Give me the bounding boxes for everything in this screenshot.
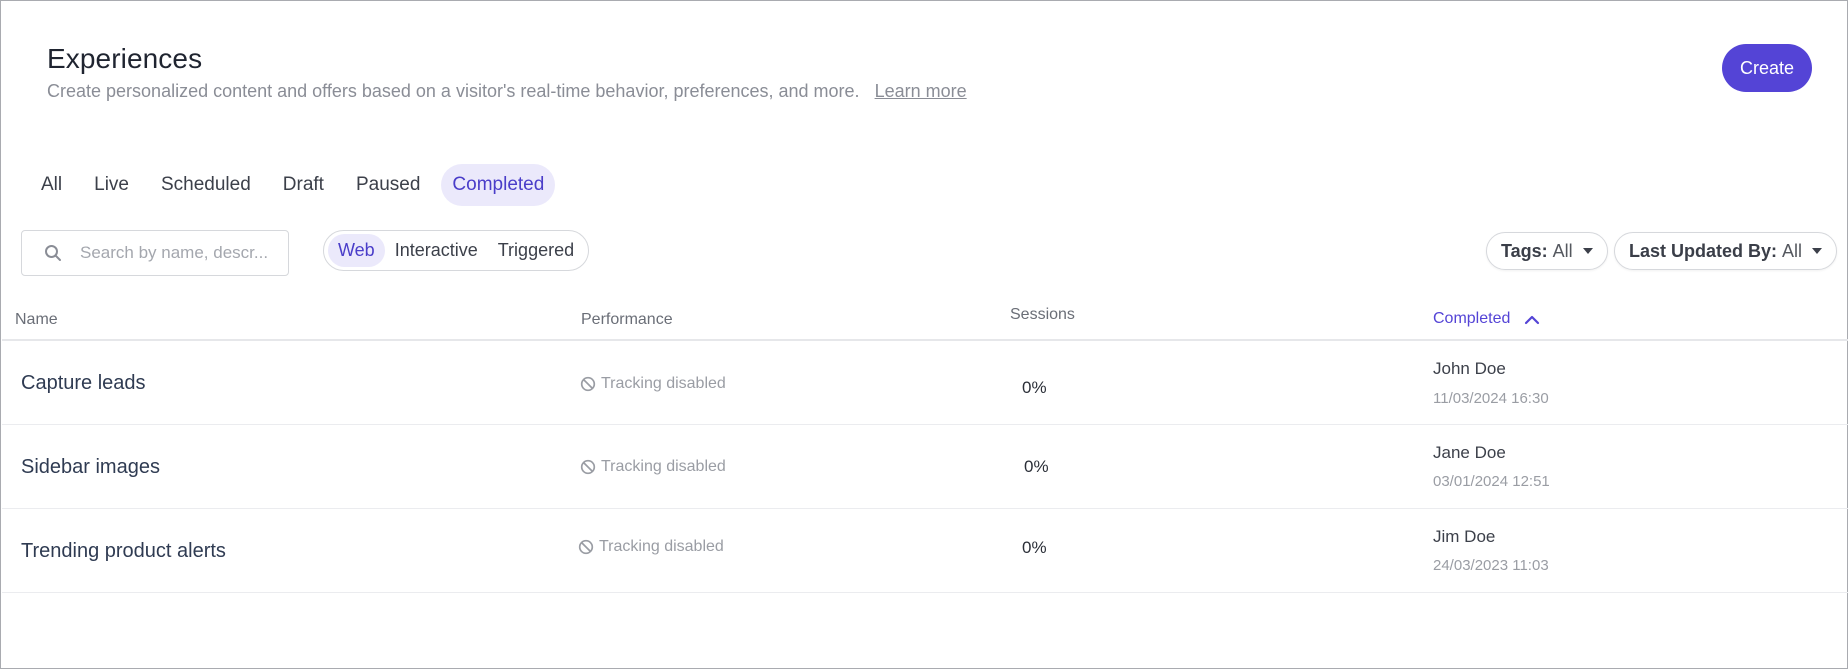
last-updated-by-filter-dropdown[interactable]: Last Updated By: All	[1614, 232, 1838, 270]
completed-by-user: Jim Doe	[1433, 527, 1496, 546]
type-interactive[interactable]: Interactive	[385, 234, 488, 267]
tab-draft[interactable]: Draft	[272, 164, 335, 206]
page-subtitle: Create personalized content and offers b…	[47, 81, 967, 102]
completed-by-user: John Doe	[1433, 359, 1506, 378]
subtitle-text: Create personalized content and offers b…	[47, 81, 860, 101]
last-updated-by-label: Last Updated By:	[1629, 240, 1778, 261]
tab-live[interactable]: Live	[83, 164, 140, 206]
table-header-divider	[2, 339, 1848, 341]
caret-down-icon	[1812, 248, 1823, 254]
tags-filter-label: Tags:	[1501, 240, 1548, 261]
type-filter-group: Web Interactive Triggered	[323, 230, 590, 271]
ban-icon	[580, 459, 596, 475]
column-header-sessions[interactable]: Sessions	[1010, 306, 1075, 324]
page-title: Experiences	[47, 43, 203, 74]
column-header-name[interactable]: Name	[15, 311, 58, 329]
performance-text: Tracking disabled	[601, 375, 726, 392]
tab-completed[interactable]: Completed	[441, 164, 556, 206]
column-header-completed-label: Completed	[1433, 310, 1511, 327]
create-button[interactable]: Create	[1722, 44, 1812, 92]
search-box[interactable]	[21, 230, 289, 276]
last-updated-by-value: All	[1782, 240, 1803, 261]
ban-icon	[580, 376, 596, 392]
learn-more-link[interactable]: Learn more	[875, 81, 967, 101]
tags-filter-value: All	[1552, 240, 1573, 261]
chevron-up-icon[interactable]	[1524, 314, 1540, 325]
performance-text: Tracking disabled	[601, 458, 726, 475]
experience-name[interactable]: Capture leads	[21, 372, 146, 395]
row-divider	[2, 508, 1848, 509]
caret-down-icon	[1582, 248, 1593, 254]
completed-date: 11/03/2024 16:30	[1433, 390, 1549, 407]
sessions-value: 0%	[1024, 457, 1049, 476]
sessions-value: 0%	[1022, 378, 1047, 397]
row-divider	[2, 424, 1848, 425]
type-web[interactable]: Web	[328, 234, 385, 267]
column-header-performance[interactable]: Performance	[581, 311, 673, 329]
completed-by-user: Jane Doe	[1433, 443, 1506, 462]
sessions-value: 0%	[1022, 538, 1047, 557]
column-header-completed[interactable]: Completed	[1433, 310, 1540, 328]
search-input[interactable]	[80, 243, 280, 263]
page-frame: Experiences Create personalized content …	[0, 0, 1848, 669]
completed-date: 03/01/2024 12:51	[1433, 473, 1550, 490]
performance-text: Tracking disabled	[599, 538, 724, 555]
status-tabs: All Live Scheduled Draft Paused Complete…	[30, 164, 565, 206]
tab-paused[interactable]: Paused	[345, 164, 431, 206]
experience-name[interactable]: Trending product alerts	[21, 540, 226, 563]
completed-date: 24/03/2023 11:03	[1433, 557, 1549, 574]
search-icon	[44, 244, 62, 262]
row-divider	[2, 592, 1848, 593]
tab-scheduled[interactable]: Scheduled	[150, 164, 262, 206]
ban-icon	[578, 539, 594, 555]
type-triggered[interactable]: Triggered	[488, 234, 584, 267]
performance-status: Tracking disabled	[580, 458, 726, 476]
performance-status: Tracking disabled	[578, 538, 724, 556]
tags-filter-dropdown[interactable]: Tags: All	[1486, 232, 1608, 270]
performance-status: Tracking disabled	[580, 375, 726, 393]
experience-name[interactable]: Sidebar images	[21, 456, 160, 479]
tab-all[interactable]: All	[30, 164, 73, 206]
